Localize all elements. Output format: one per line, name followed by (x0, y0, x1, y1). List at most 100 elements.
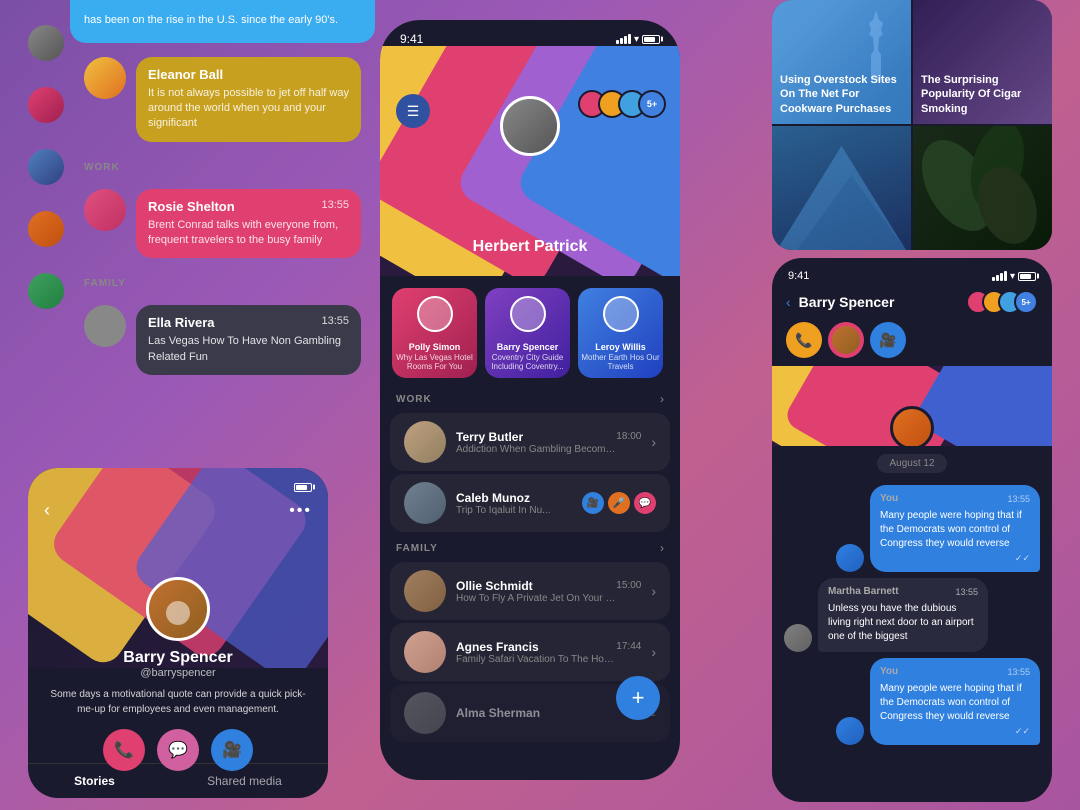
eleanor-card[interactable]: Eleanor Ball It is not always possible t… (136, 57, 361, 142)
msg3-text: Many people were hoping that if the Demo… (880, 682, 1030, 724)
family-arrow[interactable]: › (660, 541, 664, 555)
side-avatar-1[interactable] (28, 25, 64, 61)
message-button[interactable]: 💬 (157, 729, 199, 771)
msg-row-2: Martha Barnett 13:55 Unless you have the… (784, 578, 1040, 652)
news-tile-overstock[interactable]: Using Overstock Sites On The Net For Coo… (772, 0, 911, 124)
story-card-polly[interactable]: Polly Simon Why Las Vegas Hotel Rooms Fo… (392, 288, 477, 378)
caleb-name: Caleb Munoz (456, 491, 530, 505)
ella-time: 13:55 (321, 315, 349, 327)
chat-plus-badge: 5+ (1014, 290, 1038, 314)
hero-plus-badge: 5+ (638, 90, 666, 118)
fab-compose-button[interactable]: + (616, 676, 660, 720)
agnes-preview: Family Safari Vacation To The Home Of... (456, 654, 616, 665)
center-time: 9:41 (400, 32, 423, 46)
center-wifi: ▾ (634, 34, 639, 45)
terry-name: Terry Butler (456, 430, 523, 444)
caleb-msg-btn[interactable]: 💬 (634, 492, 656, 514)
side-avatar-3[interactable] (28, 149, 64, 185)
story-card-barry[interactable]: Barry Spencer Coventry City Guide Includ… (485, 288, 570, 378)
rosie-avatar (84, 189, 126, 231)
msg2-time: 13:55 (955, 587, 978, 597)
chat-person-card (828, 322, 864, 358)
msg2-avatar (784, 624, 812, 652)
video-button[interactable]: 🎥 (211, 729, 253, 771)
chat-item-eleanor[interactable]: Eleanor Ball It is not always possible t… (70, 45, 375, 154)
agnes-name-row: Agnes Francis 17:44 (456, 640, 641, 654)
rosie-preview: Brent Conrad talks with everyone from, f… (148, 218, 349, 249)
ella-name: Ella Rivera (148, 315, 349, 330)
terry-avatar (404, 421, 446, 463)
tab-stories[interactable]: Stories (74, 774, 115, 788)
profile-top-actions: ‹ ••• (28, 494, 328, 527)
work-section-label: WORK (70, 154, 375, 177)
terry-time: 18:00 (616, 431, 641, 442)
ollie-time: 15:00 (616, 580, 641, 591)
csb3 (1000, 273, 1003, 281)
news-tile-3[interactable] (772, 126, 911, 250)
menu-button[interactable]: ☰ (396, 94, 430, 128)
polly-name: Polly Simon (409, 342, 461, 353)
ella-card[interactable]: Ella Rivera 13:55 Las Vegas How To Have … (136, 305, 361, 375)
center-signal (616, 34, 631, 44)
news-tile-4[interactable] (913, 126, 1052, 250)
ollie-chevron: › (651, 583, 656, 599)
msg-row-3: You 13:55 Many people were hoping that i… (784, 658, 1040, 745)
caleb-mic-btn[interactable]: 🎤 (608, 492, 630, 514)
ollie-name: Ollie Schmidt (456, 579, 533, 593)
barry-story-name: Barry Spencer (497, 342, 559, 353)
caleb-preview: Trip To Iqaluit In Nu... (456, 505, 572, 516)
list-item-terry[interactable]: Terry Butler 18:00 Addiction When Gambli… (390, 413, 670, 471)
work-arrow[interactable]: › (660, 392, 664, 406)
ella-preview: Las Vegas How To Have Non Gambling Relat… (148, 334, 349, 365)
family-title: FAMILY (396, 543, 438, 554)
agnes-chevron: › (651, 644, 656, 660)
profile-content: Barry Spencer @barryspencer Some days a … (28, 527, 328, 771)
eleanor-name: Eleanor Ball (148, 67, 349, 82)
chat-video-button[interactable]: 🎥 (870, 322, 906, 358)
news-tile-cigar[interactable]: The Surprising Popularity Of Cigar Smoki… (913, 0, 1052, 124)
chat-contact-name: Barry Spencer (799, 294, 966, 310)
mountain-icon (772, 126, 911, 250)
side-avatar-list (28, 20, 64, 314)
more-options-button[interactable]: ••• (289, 502, 312, 520)
msg1-avatar (836, 544, 864, 572)
msg1-sender: You (880, 493, 898, 504)
caleb-name-row: Caleb Munoz (456, 491, 572, 505)
side-avatar-2[interactable] (28, 87, 64, 123)
cb1 (616, 40, 619, 44)
center-battery (642, 35, 660, 44)
profile-bio: Some days a motivational quote can provi… (28, 687, 328, 717)
list-item-agnes[interactable]: Agnes Francis 17:44 Family Safari Vacati… (390, 623, 670, 681)
blue-banner: has been on the rise in the U.S. since t… (70, 0, 375, 43)
chat-phone-button[interactable]: 📞 (786, 322, 822, 358)
news-panel: Using Overstock Sites On The Net For Coo… (772, 0, 1052, 250)
profile-name: Barry Spencer (123, 649, 232, 667)
date-separator: August 12 (772, 446, 1052, 481)
chat-hero-strip (772, 366, 1052, 446)
rosie-card[interactable]: Rosie Shelton 13:55 Brent Conrad talks w… (136, 189, 361, 259)
chat-item-rosie[interactable]: Rosie Shelton 13:55 Brent Conrad talks w… (70, 177, 375, 271)
chat-panel: 9:41 ▾ ‹ Barry Spencer 5+ 📞 🎥 (772, 258, 1052, 802)
caleb-video-btn[interactable]: 🎥 (582, 492, 604, 514)
list-item-ollie[interactable]: Ollie Schmidt 15:00 How To Fly A Private… (390, 562, 670, 620)
back-button[interactable]: ‹ (44, 500, 50, 521)
hero-main-avatar (500, 96, 560, 156)
list-item-caleb[interactable]: Caleb Munoz Trip To Iqaluit In Nu... 🎥 🎤… (390, 474, 670, 532)
side-avatar-5[interactable] (28, 273, 64, 309)
work-title: WORK (396, 394, 432, 405)
date-pill: August 12 (877, 454, 946, 473)
tab-shared-media[interactable]: Shared media (207, 774, 282, 788)
caleb-info: Caleb Munoz Trip To Iqaluit In Nu... (456, 491, 572, 516)
msg3-time: 13:55 (1007, 667, 1030, 677)
terry-preview: Addiction When Gambling Becomes A Pr... (456, 444, 616, 455)
chat-signal (992, 271, 1007, 281)
rosie-name: Rosie Shelton (148, 199, 349, 214)
side-avatar-4[interactable] (28, 211, 64, 247)
leroy-name: Leroy Willis (595, 342, 645, 353)
chat-item-ella[interactable]: Ella Rivera 13:55 Las Vegas How To Have … (70, 293, 375, 387)
story-card-leroy[interactable]: Leroy Willis Mother Earth Hos Our Travel… (578, 288, 663, 378)
chat-back-button[interactable]: ‹ (786, 294, 791, 310)
csb2 (996, 275, 999, 281)
story-row: Polly Simon Why Las Vegas Hotel Rooms Fo… (380, 276, 680, 386)
call-button[interactable]: 📞 (103, 729, 145, 771)
